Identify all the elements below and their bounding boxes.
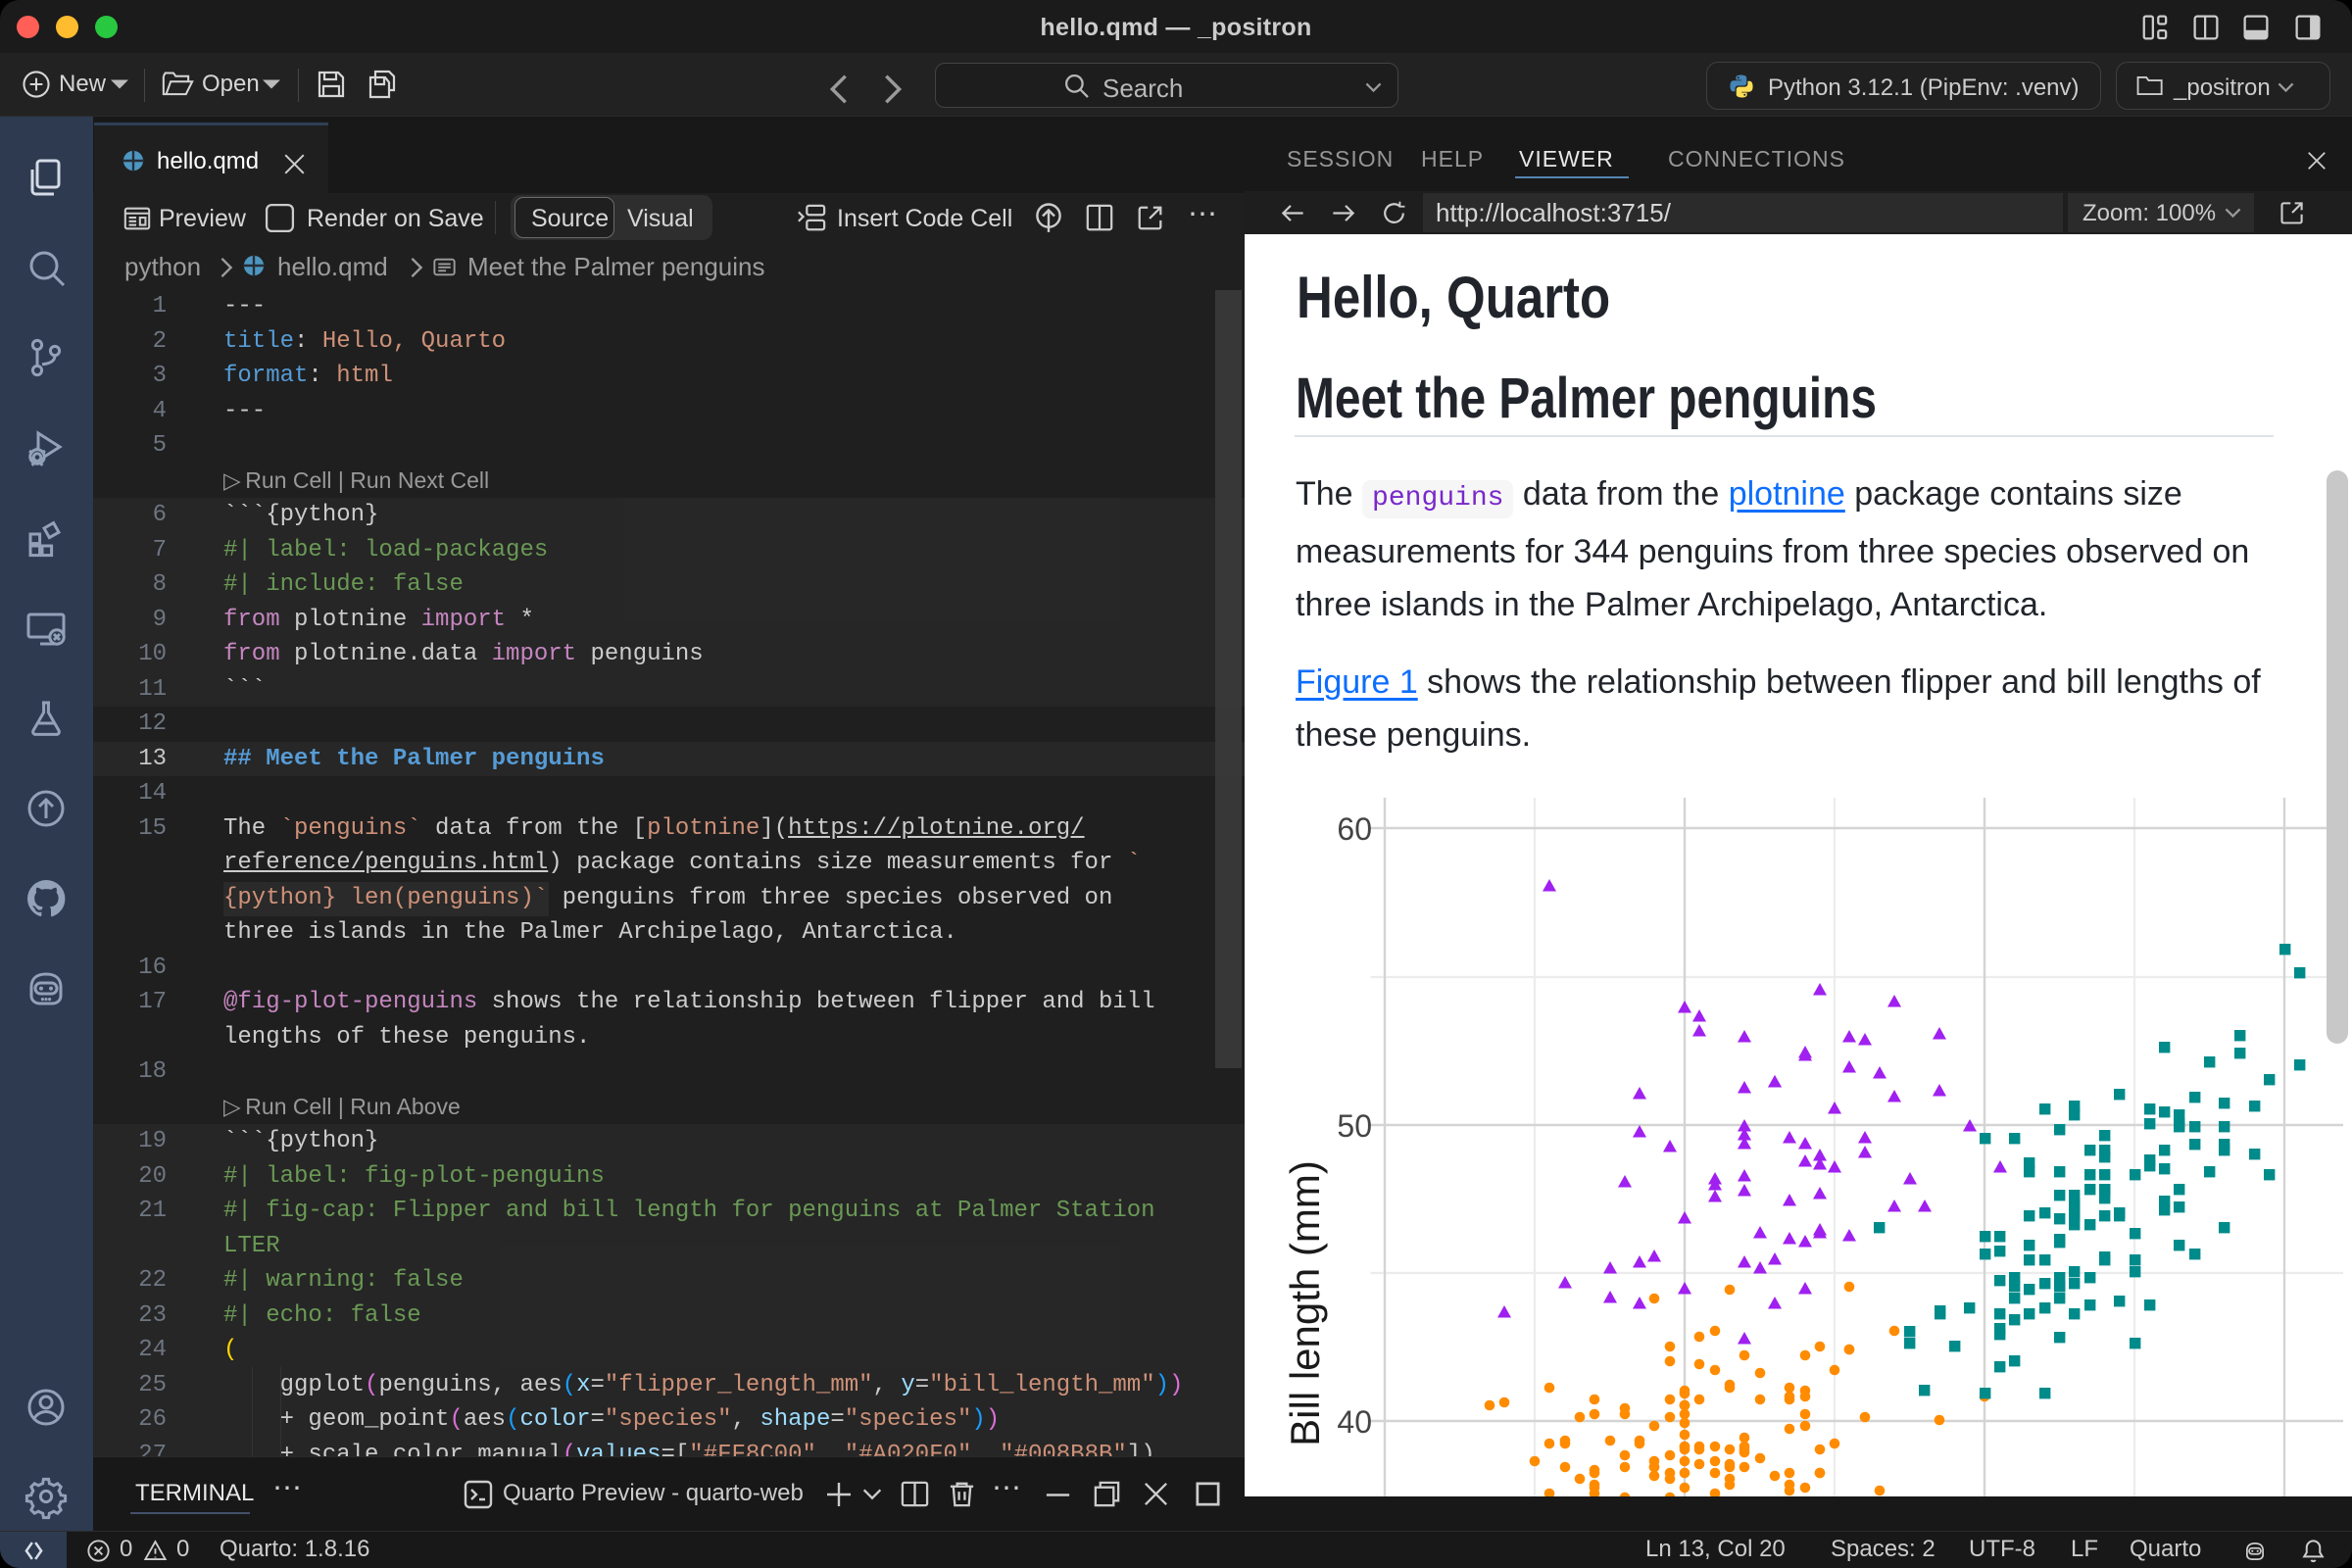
svg-text:Bill length (mm): Bill length (mm) (1282, 1160, 1328, 1446)
svg-text:60: 60 (1337, 811, 1372, 847)
svg-text:40: 40 (1337, 1404, 1372, 1440)
svg-text:50: 50 (1337, 1108, 1372, 1144)
